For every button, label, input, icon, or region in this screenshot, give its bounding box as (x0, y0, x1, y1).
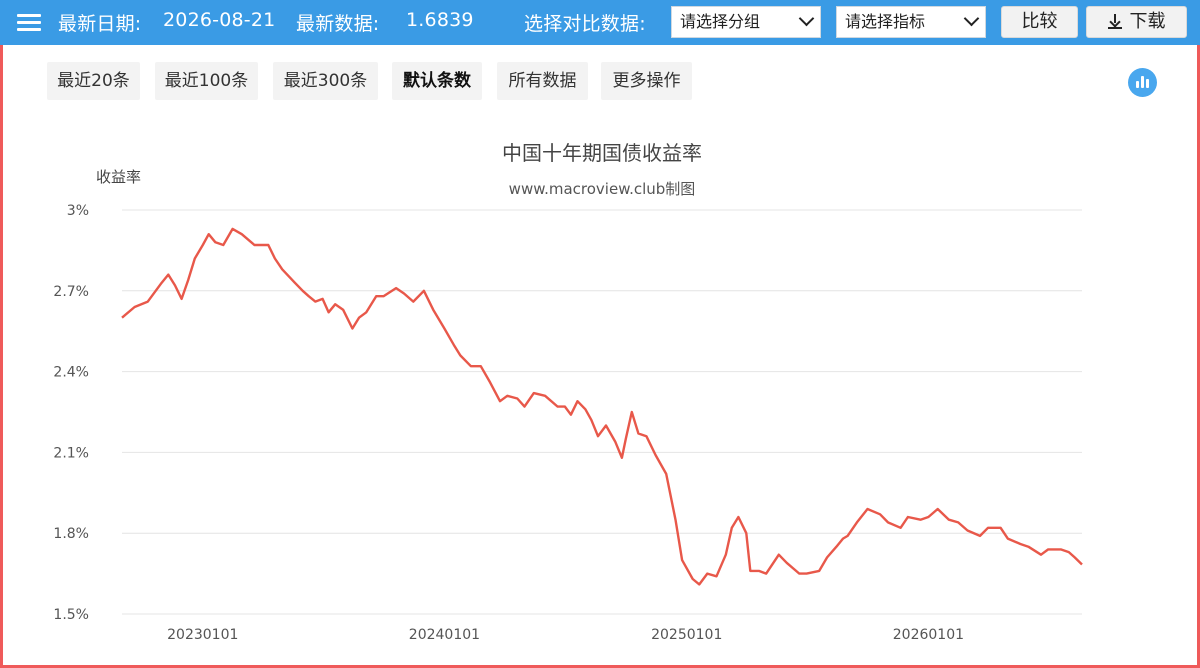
y-tick-label: 1.5% (53, 607, 89, 623)
y-axis-label: 收益率 (96, 168, 141, 186)
y-tick-label: 1.8% (53, 526, 89, 542)
x-tick-label: 20240101 (409, 627, 480, 643)
y-axis-ticks: 1.5% 1.8% 2.1% 2.4% 2.7% 3% (53, 203, 89, 623)
yield-chart: 中国十年期国债收益率 www.macroview.club制图 收益率 1.5%… (53, 141, 1083, 643)
chart-title: 中国十年期国债收益率 (502, 141, 702, 165)
x-tick-label: 20260101 (893, 627, 964, 643)
x-tick-label: 20250101 (651, 627, 722, 643)
chart-subtitle: www.macroview.club制图 (509, 180, 696, 198)
grid-lines (122, 209, 1082, 615)
series-line-10y-yield (121, 227, 1083, 586)
y-tick-label: 2.1% (53, 445, 89, 461)
x-tick-label: 20230101 (167, 627, 238, 643)
y-tick-label: 2.7% (53, 284, 89, 300)
y-tick-label: 3% (67, 203, 89, 219)
x-axis-ticks: 20230101 20240101 20250101 20260101 (167, 627, 964, 643)
y-tick-label: 2.4% (53, 365, 89, 381)
